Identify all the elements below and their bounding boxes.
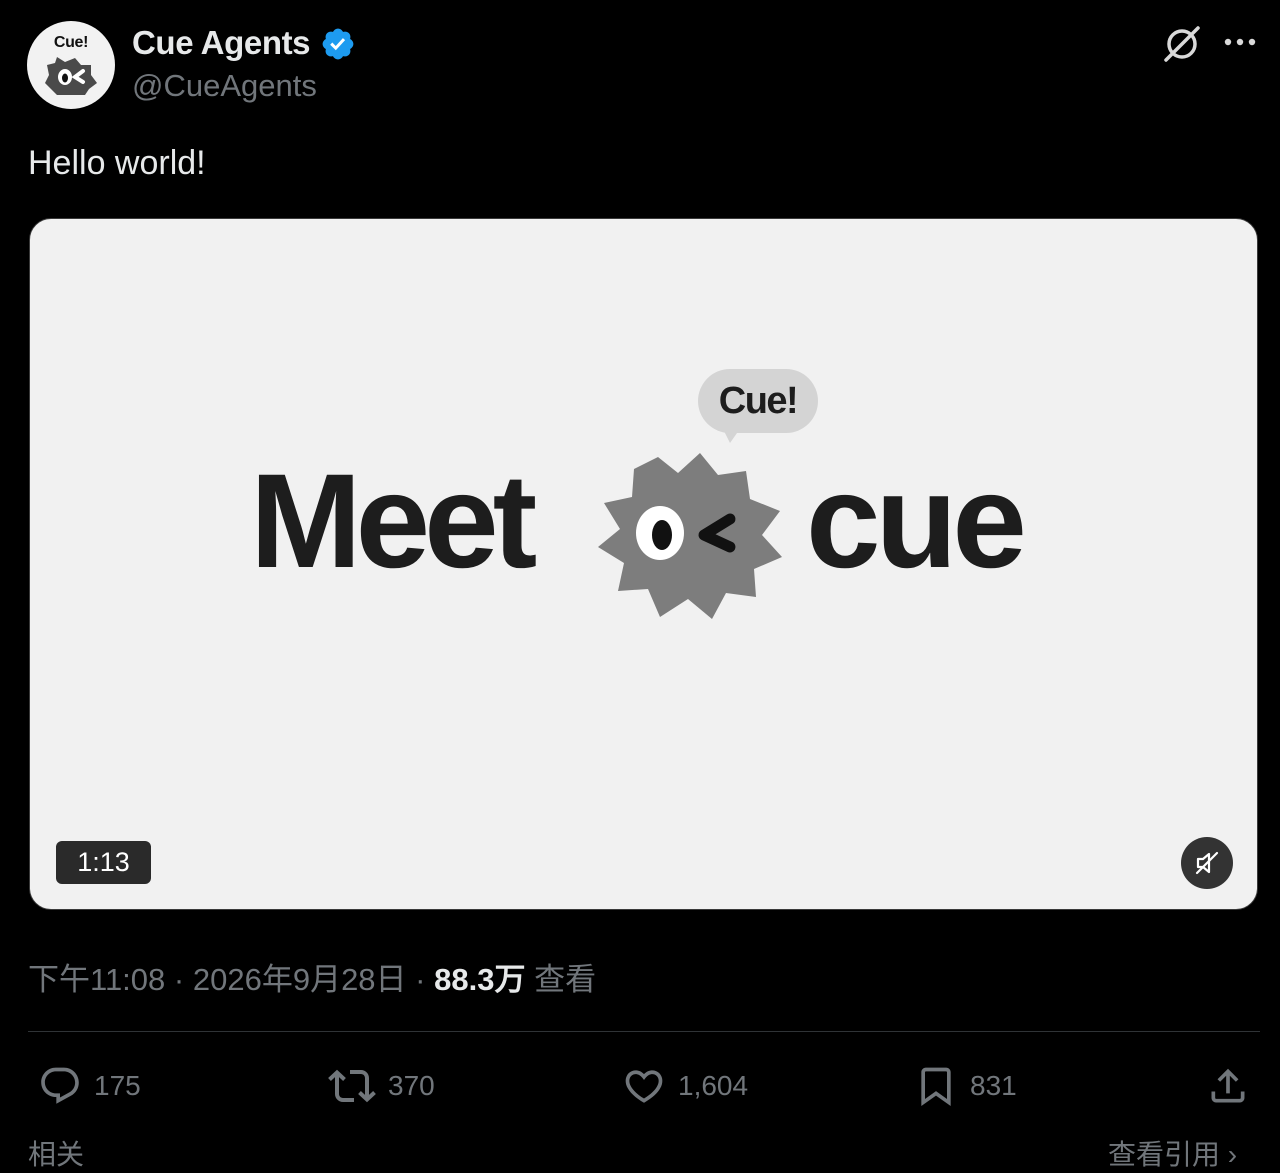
speech-bubble-tail xyxy=(720,423,744,443)
avatar[interactable]: Cue! xyxy=(27,21,115,109)
grok-icon[interactable] xyxy=(1160,22,1204,66)
author-name[interactable]: Cue Agents xyxy=(132,24,311,62)
speech-bubble: Cue! xyxy=(698,369,818,433)
view-quotes-link[interactable]: 查看引用 › xyxy=(1108,1133,1237,1173)
tweet-date[interactable]: 2026年9月28日 xyxy=(193,962,407,997)
divider xyxy=(28,1031,1260,1032)
heart-icon xyxy=(625,1070,663,1103)
reply-button[interactable]: 175 xyxy=(38,1062,141,1110)
reply-icon xyxy=(41,1067,79,1104)
like-count: 1,604 xyxy=(678,1070,749,1101)
author-handle[interactable]: @CueAgents xyxy=(132,68,317,104)
share-button[interactable] xyxy=(1206,1062,1250,1110)
tweet-time[interactable]: 下午11:08 xyxy=(28,962,165,997)
meta-separator: · xyxy=(415,962,426,997)
video-player[interactable]: Meet Cue! cue 1:13 xyxy=(29,218,1258,910)
speech-bubble-text: Cue! xyxy=(718,380,799,422)
repost-button[interactable]: 370 xyxy=(328,1062,435,1110)
repost-count: 370 xyxy=(388,1070,435,1101)
views-label: 查看 xyxy=(534,962,597,997)
mute-button[interactable] xyxy=(1181,837,1233,889)
mascot-icon xyxy=(598,453,782,619)
related-label: 相关 xyxy=(28,1139,85,1170)
reply-count: 175 xyxy=(94,1070,141,1101)
tweet-text: Hello world! xyxy=(28,144,206,182)
bookmark-icon xyxy=(921,1067,951,1107)
repost-icon xyxy=(328,1069,376,1103)
views-count: 88.3万 xyxy=(434,962,526,997)
tweet-meta: 下午11:08 · 2026年9月28日 · 88.3万 查看 xyxy=(28,954,596,999)
meta-separator: · xyxy=(173,962,185,997)
share-icon xyxy=(1211,1068,1245,1103)
bookmark-count: 831 xyxy=(970,1070,1017,1101)
mascot-icon xyxy=(45,57,97,95)
like-button[interactable]: 1,604 xyxy=(622,1062,748,1110)
video-duration: 1:13 xyxy=(56,841,151,884)
video-headline-left: Meet xyxy=(250,447,537,596)
volume-muted-icon xyxy=(1195,851,1219,875)
avatar-text: Cue! xyxy=(53,34,89,51)
video-headline-right: cue xyxy=(806,447,1027,596)
more-icon[interactable] xyxy=(1222,36,1258,48)
bookmark-button[interactable]: 831 xyxy=(914,1062,1017,1110)
verified-badge-icon xyxy=(322,28,354,60)
